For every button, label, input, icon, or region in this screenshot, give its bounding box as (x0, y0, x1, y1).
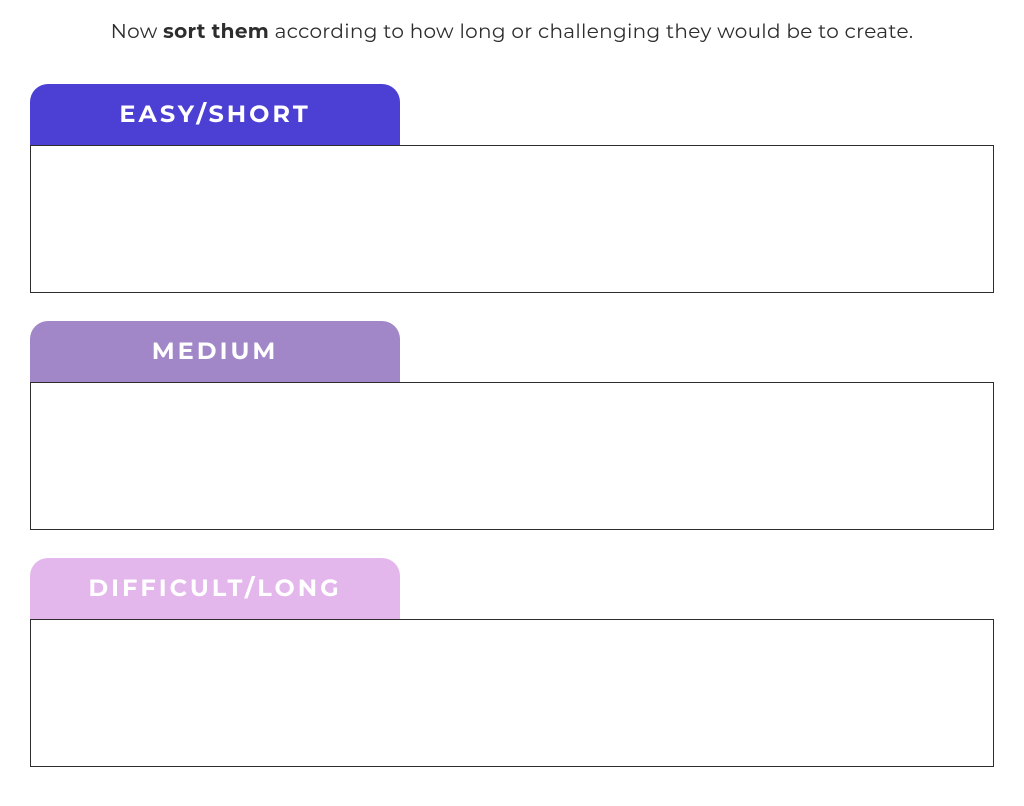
drop-box-difficult[interactable] (30, 619, 994, 767)
tab-label-easy: EASY/SHORT (119, 100, 310, 129)
instruction-prefix: Now (111, 20, 164, 44)
drop-box-easy[interactable] (30, 145, 994, 293)
instruction-bold: sort them (163, 20, 269, 44)
tab-label-medium: MEDIUM (152, 337, 279, 366)
tab-easy: EASY/SHORT (30, 84, 400, 145)
category-difficult: DIFFICULT/LONG (30, 558, 994, 767)
tab-medium: MEDIUM (30, 321, 400, 382)
tab-difficult: DIFFICULT/LONG (30, 558, 400, 619)
tab-label-difficult: DIFFICULT/LONG (88, 574, 341, 603)
instruction-suffix: according to how long or challenging the… (269, 20, 913, 44)
instruction-text: Now sort them according to how long or c… (30, 20, 994, 44)
category-easy: EASY/SHORT (30, 84, 994, 293)
drop-box-medium[interactable] (30, 382, 994, 530)
category-medium: MEDIUM (30, 321, 994, 530)
